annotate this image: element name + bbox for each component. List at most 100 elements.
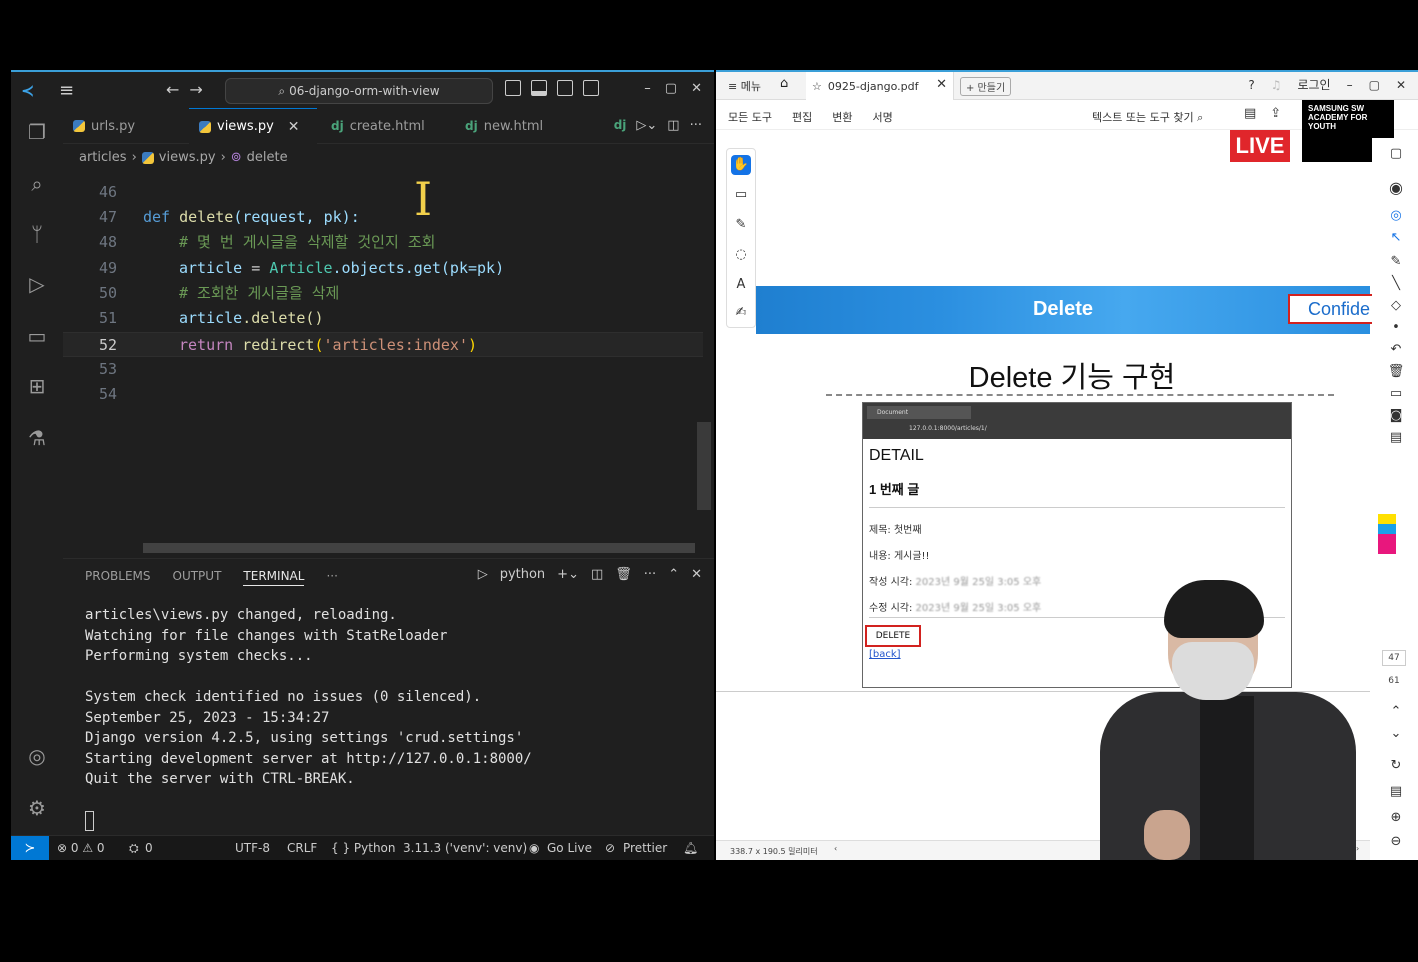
- maximize-icon[interactable]: ▢: [1369, 78, 1380, 92]
- explorer-icon[interactable]: ❐: [25, 120, 49, 144]
- minimize-icon[interactable]: –: [644, 81, 651, 96]
- command-center-search[interactable]: ⌕ 06-django-orm-with-view: [225, 78, 493, 104]
- language-status[interactable]: { } Python: [331, 841, 396, 855]
- signature-icon[interactable]: ✍: [731, 303, 751, 323]
- breadcrumb-symbol[interactable]: delete: [247, 150, 288, 165]
- tab-urls-py[interactable]: urls.py: [63, 108, 187, 144]
- minimize-icon[interactable]: –: [1347, 78, 1353, 92]
- lasso-icon[interactable]: ◌: [731, 245, 751, 265]
- close-icon[interactable]: ✕: [1396, 78, 1406, 92]
- panel-more-icon[interactable]: ···: [326, 569, 337, 586]
- tab-terminal[interactable]: TERMINAL: [243, 569, 305, 586]
- login-button[interactable]: 로그인: [1297, 76, 1330, 93]
- settings-gear-icon[interactable]: ⚙: [25, 796, 49, 820]
- trash-icon[interactable]: 🗑: [1386, 364, 1406, 382]
- hand-tool-icon[interactable]: ✋: [731, 155, 751, 175]
- upload-icon[interactable]: ⇪: [1270, 106, 1281, 121]
- current-page-input[interactable]: 47: [1382, 650, 1406, 666]
- scroll-left-icon[interactable]: ‹: [834, 844, 837, 853]
- interpreter-status[interactable]: 3.11.3 ('venv': venv): [403, 841, 527, 855]
- vertical-scrollbar[interactable]: [697, 422, 711, 510]
- new-terminal-icon[interactable]: +⌄: [557, 567, 579, 582]
- tab-problems[interactable]: PROBLEMS: [85, 569, 151, 586]
- customize-layout-icon[interactable]: [583, 80, 599, 96]
- problems-status[interactable]: ⊗ 0 ⚠ 0: [57, 841, 105, 855]
- toggle-secondary-sidebar-icon[interactable]: [557, 80, 573, 96]
- extensions-icon[interactable]: ⊞: [25, 374, 49, 398]
- refresh-icon[interactable]: ↻: [1386, 758, 1406, 776]
- search-icon[interactable]: ⌕: [25, 172, 49, 196]
- edit-menu[interactable]: 편집: [792, 109, 812, 125]
- testing-icon[interactable]: ⚗: [25, 426, 49, 450]
- select-cursor-icon[interactable]: ↖: [1386, 230, 1406, 248]
- help-icon[interactable]: ?: [1248, 78, 1254, 92]
- notifications-bell-icon[interactable]: 🔔︎: [683, 841, 698, 855]
- zoom-in-icon[interactable]: ⊕: [1386, 810, 1406, 828]
- page-down-icon[interactable]: ⌄: [1386, 726, 1406, 744]
- eraser-icon[interactable]: ◇: [1386, 298, 1406, 316]
- pdf-document-tab[interactable]: ☆ 0925-django.pdf ✕: [806, 72, 954, 100]
- close-tab-icon[interactable]: ✕: [288, 119, 300, 135]
- highlight-pen-icon[interactable]: ✎: [731, 215, 751, 235]
- eol-status[interactable]: CRLF: [287, 841, 317, 855]
- remote-indicator-icon[interactable]: ≻: [11, 836, 49, 861]
- close-tab-icon[interactable]: ✕: [936, 77, 947, 92]
- clipboard-icon[interactable]: ▤: [1386, 430, 1406, 448]
- kill-terminal-icon[interactable]: 🗑: [615, 567, 632, 582]
- sign-menu[interactable]: 서명: [872, 109, 892, 125]
- remote-explorer-icon[interactable]: ▭: [25, 324, 49, 348]
- color-palette[interactable]: [1378, 514, 1396, 554]
- hamburger-menu-icon[interactable]: ≡: [59, 80, 74, 101]
- tab-output[interactable]: OUTPUT: [173, 569, 222, 586]
- find-tools-input[interactable]: 텍스트 또는 도구 찾기 ⌕: [1092, 109, 1203, 125]
- document-icon[interactable]: ▤: [1386, 784, 1406, 802]
- split-terminal-icon[interactable]: ◫: [591, 567, 603, 582]
- horizontal-scrollbar[interactable]: [143, 543, 695, 553]
- tab-new-html[interactable]: dj new.html: [455, 108, 575, 144]
- maximize-icon[interactable]: ▢: [665, 81, 677, 96]
- account-icon[interactable]: ◎: [25, 744, 49, 768]
- prettier-status[interactable]: Prettier: [623, 841, 667, 855]
- split-editor-icon[interactable]: ◫: [667, 118, 679, 133]
- tab-views-py[interactable]: views.py ✕: [189, 108, 317, 144]
- source-control-icon[interactable]: ᛘ: [25, 222, 49, 246]
- home-icon[interactable]: ⌂: [780, 76, 788, 91]
- all-tools-menu[interactable]: 모든 도구: [728, 109, 772, 125]
- convert-menu[interactable]: 변환: [832, 109, 852, 125]
- close-icon[interactable]: ✕: [691, 81, 702, 96]
- close-panel-icon[interactable]: ✕: [691, 567, 702, 582]
- menu-button[interactable]: ≡ 메뉴: [728, 78, 761, 94]
- more-actions-icon[interactable]: ···: [690, 118, 702, 133]
- breadcrumb-folder[interactable]: articles: [79, 150, 127, 165]
- dot-icon[interactable]: •: [1386, 320, 1406, 338]
- run-debug-icon[interactable]: ▷: [25, 272, 49, 296]
- terminal-output[interactable]: articles\views.py changed, reloading. Wa…: [85, 605, 532, 790]
- view-icon[interactable]: ◎: [1386, 208, 1406, 226]
- toggle-sidebar-icon[interactable]: [505, 80, 521, 96]
- run-icon[interactable]: ▷⌄: [636, 118, 657, 133]
- monitor-icon[interactable]: ▭: [1386, 386, 1406, 404]
- zoom-out-icon[interactable]: ⊖: [1386, 834, 1406, 852]
- camera-icon[interactable]: ◙: [1386, 408, 1406, 426]
- more-actions-icon[interactable]: ···: [644, 567, 656, 582]
- save-icon[interactable]: ▤: [1244, 106, 1256, 121]
- text-box-icon[interactable]: A: [731, 275, 751, 295]
- terminal-shell-label[interactable]: python: [500, 567, 545, 582]
- light-bulb-icon[interactable]: ◉: [1386, 178, 1406, 197]
- breadcrumb-file[interactable]: views.py: [159, 150, 216, 165]
- page-up-icon[interactable]: ⌃: [1386, 704, 1406, 722]
- pen-icon[interactable]: ✎: [1386, 254, 1406, 272]
- notifications-bell-icon[interactable]: ♫: [1271, 78, 1282, 92]
- encoding-status[interactable]: UTF-8: [235, 841, 270, 855]
- comments-icon[interactable]: ▢: [1386, 146, 1406, 164]
- nav-arrows[interactable]: ←→: [166, 80, 213, 99]
- maximize-panel-icon[interactable]: ⌃: [668, 567, 679, 582]
- undo-icon[interactable]: ↶: [1386, 342, 1406, 360]
- star-icon[interactable]: ☆: [812, 80, 822, 93]
- toggle-panel-icon[interactable]: [531, 80, 547, 96]
- comment-icon[interactable]: ▭: [731, 185, 751, 205]
- ports-status[interactable]: 0: [145, 841, 153, 855]
- line-icon[interactable]: ╲: [1386, 276, 1406, 294]
- code-editor[interactable]: 46 47 def delete(request, pk): 48 # 몇 번 …: [63, 172, 714, 552]
- tab-create-html[interactable]: dj create.html: [321, 108, 451, 144]
